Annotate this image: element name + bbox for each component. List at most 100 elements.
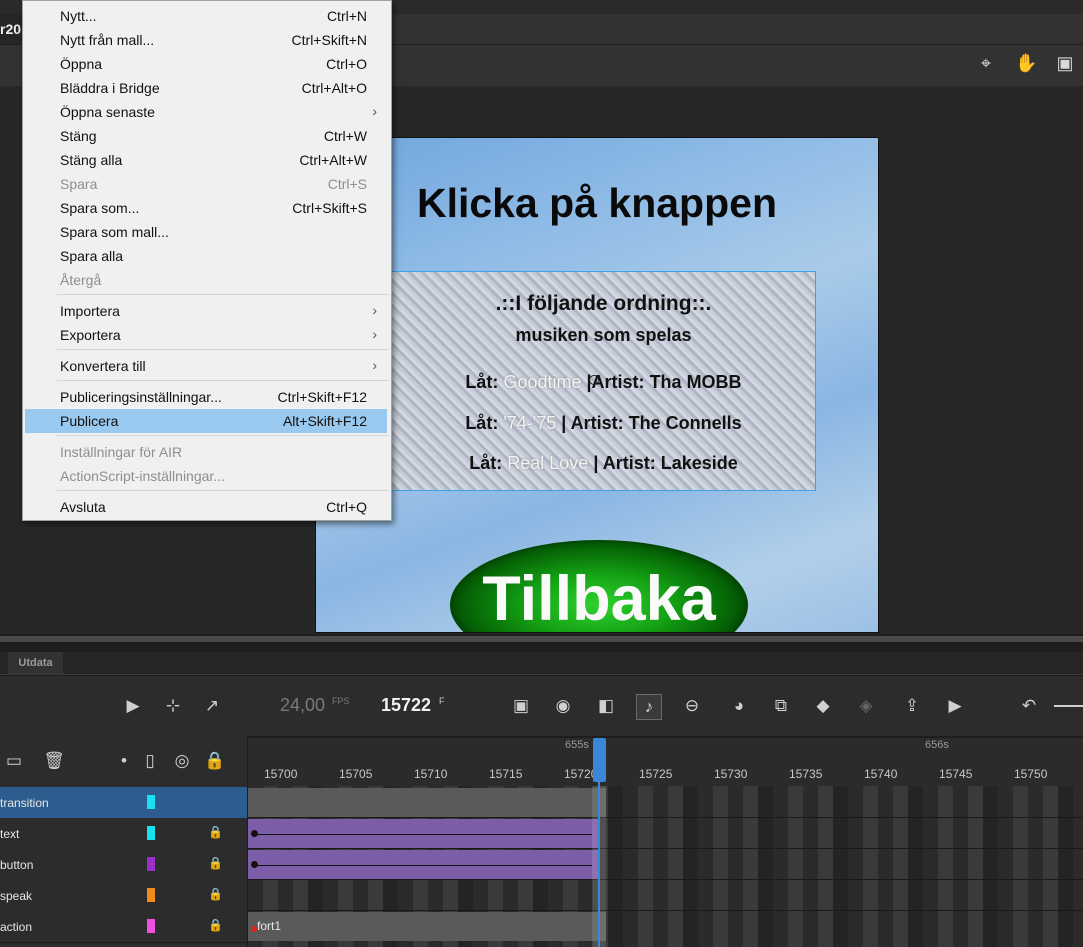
classic-tween-icon[interactable]: ◆ — [811, 694, 835, 718]
tween-arrow — [256, 865, 592, 866]
layer-name: speak — [0, 889, 33, 903]
layer-row-button[interactable]: button 🔒 — [0, 849, 247, 881]
fps-value[interactable]: 24,00 — [280, 695, 325, 716]
menu-separator — [57, 294, 389, 295]
frame-tick-label: 15715 — [489, 767, 523, 781]
layer-color-swatch[interactable] — [147, 919, 155, 933]
time-label: 656s — [925, 739, 949, 751]
row-separator — [248, 910, 1083, 911]
layer-color-swatch[interactable] — [147, 795, 155, 809]
highlight-dot-icon[interactable]: • — [112, 749, 136, 773]
lock-icon[interactable]: 🔒 — [208, 918, 223, 932]
lock-icon[interactable]: 🔒 — [208, 825, 223, 839]
frame-span-action[interactable] — [248, 912, 606, 941]
menu-item-air-settings: Inställningar för AIR — [60, 444, 183, 460]
menu-item-publish-settings[interactable]: Publiceringsinställningar... Ctrl+Skift+F… — [25, 385, 387, 409]
file-menu: Nytt... Ctrl+N Nytt från mall... Ctrl+Skif… — [22, 0, 392, 521]
menu-separator — [57, 349, 389, 350]
row-separator — [248, 879, 1083, 880]
submenu-arrow-icon: › — [372, 326, 377, 342]
menu-item-exit[interactable]: Avsluta Ctrl+Q — [25, 495, 387, 519]
remove-frame-icon[interactable]: ⊖ — [680, 694, 704, 718]
hand-tool-icon[interactable]: ✋ — [1015, 52, 1037, 74]
output-tab-row — [0, 652, 1083, 675]
frame-tick-label: 15730 — [714, 767, 748, 781]
current-frame[interactable]: 15722 — [381, 695, 431, 716]
frame-tick-label: 15725 — [639, 767, 673, 781]
layer-row-action[interactable]: action 🔒 — [0, 911, 247, 943]
onion-skin-icon[interactable]: ◕ — [727, 694, 751, 718]
menu-item-actionscript-settings: ActionScript-inställningar... — [60, 468, 225, 484]
layer-name: text — [0, 827, 20, 841]
tween-arrow — [256, 834, 592, 835]
submenu-arrow-icon: › — [372, 103, 377, 119]
frame-tick-label: 15700 — [264, 767, 298, 781]
frame-tick-label: 15735 — [789, 767, 823, 781]
layer-name: button — [0, 858, 34, 872]
motion-tween-icon: ◈ — [859, 696, 873, 715]
visibility-icon[interactable]: ◎ — [170, 749, 194, 773]
frame-tick-label: 15705 — [339, 767, 373, 781]
menu-separator — [57, 435, 389, 436]
auto-keyframe-icon[interactable]: ♪ — [636, 694, 662, 720]
snap-icon[interactable]: ⌖ — [975, 52, 997, 74]
menu-item-convert-to[interactable]: Konvertera till › — [25, 354, 387, 378]
frame-label: fort1 — [257, 919, 282, 933]
play-icon[interactable]: ▶ — [943, 694, 967, 718]
keyframe-dot[interactable] — [251, 861, 258, 868]
menu-item-export[interactable]: Exportera › — [25, 323, 387, 347]
menu-item-close-all[interactable]: Stäng alla Ctrl+Alt+W — [25, 148, 387, 172]
menu-item-save-all[interactable]: Spara alla — [25, 244, 387, 268]
edit-multiple-frames-icon[interactable]: ⧉ — [769, 694, 793, 718]
layer-parenting-icon[interactable]: ⊹ — [161, 694, 185, 718]
layer-color-swatch[interactable] — [147, 826, 155, 840]
fps-unit: FPS — [332, 696, 350, 706]
zoom-slider[interactable] — [1054, 705, 1083, 707]
playhead[interactable] — [598, 762, 600, 947]
menu-item-open-recent[interactable]: Öppna senaste › — [25, 100, 387, 124]
layer-name: action — [0, 920, 33, 934]
center-frame-icon[interactable]: ▣ — [509, 694, 533, 718]
clip-content-icon[interactable]: ▣ — [1054, 52, 1076, 74]
delete-icon[interactable]: 🗑 — [42, 749, 66, 773]
loop-icon[interactable]: ↶ — [1017, 694, 1041, 718]
layer-color-swatch[interactable] — [147, 857, 155, 871]
menu-item-save-as-template[interactable]: Spara som mall... — [25, 220, 387, 244]
keyframe-dot[interactable] — [251, 830, 258, 837]
panel-splitter[interactable] — [0, 636, 1083, 642]
menu-item-new[interactable]: Nytt... Ctrl+N — [25, 4, 387, 28]
camera-icon[interactable]: ▶ — [121, 694, 145, 718]
menu-item-browse-bridge[interactable]: Bläddra i Bridge Ctrl+Alt+O — [25, 76, 387, 100]
lock-icon[interactable]: 🔒 — [208, 887, 223, 901]
layer-color-swatch[interactable] — [147, 888, 155, 902]
frame-tick-label: 15745 — [939, 767, 973, 781]
menu-item-open[interactable]: Öppna Ctrl+O — [25, 52, 387, 76]
frame-tick-label: 15710 — [414, 767, 448, 781]
menu-item-publish[interactable]: Publicera Alt+Skift+F12 — [25, 409, 387, 433]
menu-item-new-from-template[interactable]: Nytt från mall... Ctrl+Skift+N — [25, 28, 387, 52]
layer-row-speak[interactable]: speak 🔒 — [0, 880, 247, 912]
menu-item-save-as[interactable]: Spara som... Ctrl+Skift+S — [25, 196, 387, 220]
submenu-arrow-icon: › — [372, 302, 377, 318]
menu-item-save: Spara Ctrl+S — [60, 176, 367, 192]
new-folder-icon[interactable]: ▭ — [2, 749, 26, 773]
layer-name: transition — [0, 796, 49, 810]
blank-keyframe-icon[interactable]: ◧ — [594, 694, 618, 718]
export-icon[interactable]: ⇪ — [900, 694, 924, 718]
output-tab[interactable]: Utdata — [8, 652, 63, 674]
lock-icon[interactable]: 🔒 — [208, 856, 223, 870]
submenu-arrow-icon: › — [372, 357, 377, 373]
outline-icon[interactable]: ▯ — [138, 749, 162, 773]
stage-border — [315, 137, 879, 633]
frame-tick-label: 15750 — [1014, 767, 1048, 781]
lock-all-icon[interactable]: 🔒 — [203, 749, 227, 773]
menu-item-revert: Återgå — [60, 272, 102, 288]
frame-span-transition[interactable] — [248, 788, 606, 817]
layer-row-transition[interactable]: transition — [0, 787, 247, 819]
layer-row-text[interactable]: text 🔒 — [0, 818, 247, 850]
insert-keyframe-icon[interactable]: ◉ — [551, 694, 575, 718]
frame-tick-label: 15740 — [864, 767, 898, 781]
menu-item-close[interactable]: Stäng Ctrl+W — [25, 124, 387, 148]
menu-item-import[interactable]: Importera › — [25, 299, 387, 323]
graph-icon[interactable]: ↗ — [200, 694, 224, 718]
